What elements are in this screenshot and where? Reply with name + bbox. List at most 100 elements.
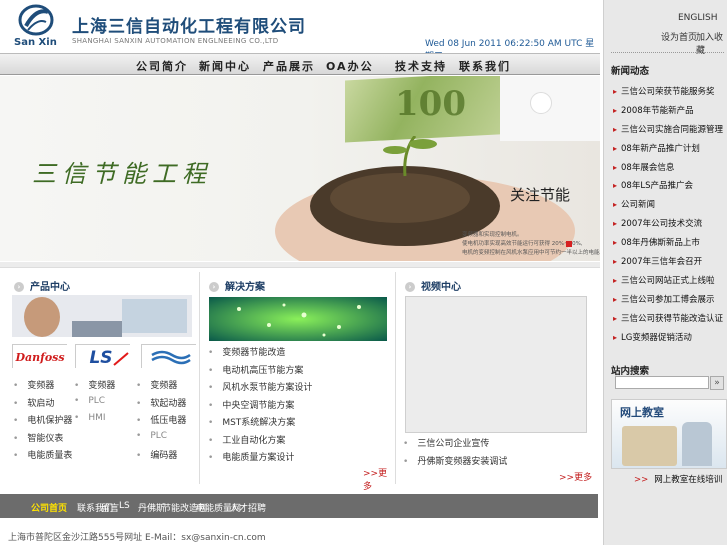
list-item[interactable]: 软启动	[13, 396, 72, 414]
banknote-number: 100	[395, 84, 466, 124]
news-item[interactable]: 三信公司网站正式上线啦	[613, 274, 723, 293]
banner-caption-line: 电机的变频控制在风机水泵应用中可节约一半以上的电能。	[462, 250, 600, 256]
ls-logo-icon: LS	[76, 345, 131, 369]
news-item[interactable]: 08年展会信息	[613, 161, 723, 180]
news-item[interactable]: 三信公司实施合同能源管理	[613, 123, 723, 142]
arrow-right-icon: ›	[405, 282, 415, 292]
danfoss-logo-icon: Danfoss	[13, 345, 68, 369]
list-item[interactable]: 编码器	[136, 448, 186, 466]
nav-item-about[interactable]: 公司简介	[136, 58, 188, 74]
nav-item-contact[interactable]: 联系我们	[459, 58, 511, 74]
arrow-right-icon: ›	[14, 282, 24, 292]
list-item[interactable]: 三信公司企业宣传	[403, 436, 507, 454]
lamp-icon	[530, 92, 552, 114]
video-title[interactable]: › 视频中心	[405, 278, 461, 293]
news-item[interactable]: 08年新产品推广计划	[613, 142, 723, 161]
set-homepage-link[interactable]: 设为首页	[661, 30, 697, 43]
news-item[interactable]: LG变频器促销活动	[613, 331, 723, 350]
sanxin-logo-icon[interactable]	[18, 4, 54, 36]
list-item[interactable]: 变频器	[13, 378, 72, 396]
nav-item-products[interactable]: 产品展示	[263, 58, 315, 74]
list-item[interactable]: 低压电器	[136, 413, 186, 431]
footer-link-danfoss[interactable]: 丹佛斯	[138, 501, 165, 514]
list-item[interactable]: 电能质量方案设计	[208, 450, 312, 468]
nav-item-oa[interactable]: OA办公	[326, 58, 374, 74]
list-item[interactable]: 丹佛斯变频器安装调试	[403, 454, 507, 472]
footer-nav: 公司首页 联系我们 留言 LS 丹佛斯 节能改造网 电能质量网 人才招聘	[0, 494, 598, 518]
solutions-photo	[209, 297, 387, 341]
edu-link-prefix: >>	[634, 475, 649, 485]
news-item[interactable]: 2008年节能新产品	[613, 104, 723, 123]
footer-link-jobs[interactable]: 人才招聘	[230, 501, 266, 514]
hero-banner: 100 三信节能工程 关注节能 变频器和实现控制电机。 使电机功率实现高效节能运…	[0, 76, 600, 261]
video-more-link[interactable]: >>更多	[559, 470, 592, 483]
search-input[interactable]	[615, 376, 709, 389]
products-title-label: 产品中心	[30, 282, 70, 293]
products-title[interactable]: › 产品中心	[14, 278, 70, 293]
video-player[interactable]	[405, 296, 587, 433]
divider	[611, 52, 724, 53]
desk-image	[622, 426, 677, 466]
news-item[interactable]: 08年LS产品推广会	[613, 179, 723, 198]
news-list: 三信公司荣获节能服务奖 2008年节能新产品 三信公司实施合同能源管理 08年新…	[613, 85, 723, 349]
list-item[interactable]: 风机水泵节能方案设计	[208, 380, 312, 398]
person-image	[682, 422, 712, 466]
danfoss-logo[interactable]: Danfoss	[12, 344, 68, 369]
list-item[interactable]: 工业自动化方案	[208, 433, 312, 451]
banner-slogan: 关注节能	[510, 186, 571, 204]
footer-link-home[interactable]: 公司首页	[31, 501, 67, 514]
list-item[interactable]: MST系统解决方案	[208, 415, 312, 433]
video-title-label: 视频中心	[421, 282, 461, 293]
video-section: › 视频中心 三信公司企业宣传 丹佛斯变频器安装调试 >>更多	[397, 272, 597, 484]
list-item[interactable]: 智能仪表	[13, 431, 72, 449]
ls-logo[interactable]: LS	[75, 344, 131, 369]
news-item[interactable]: 2007年公司技术交流	[613, 217, 723, 236]
banner-slide-indicator[interactable]	[566, 241, 572, 247]
footer-link-ls[interactable]: LS	[119, 501, 130, 511]
list-item[interactable]: 变频器节能改造	[208, 345, 312, 363]
products-list-1: 变频器 软启动 电机保护器 智能仪表 电能质量表	[13, 378, 72, 466]
online-classroom-banner[interactable]: 网上教室	[611, 399, 727, 469]
online-classroom-title: 网上教室	[620, 406, 664, 419]
news-item[interactable]: 三信公司荣获节能服务奖	[613, 85, 723, 104]
list-item[interactable]: 电动机高压节能方案	[208, 363, 312, 381]
nav-item-news[interactable]: 新闻中心	[199, 58, 251, 74]
news-item[interactable]: 08年丹佛斯新品上市	[613, 236, 723, 255]
list-item[interactable]: PLC	[136, 431, 186, 449]
solutions-title-label: 解决方案	[225, 282, 265, 293]
ls-wordmark: LS	[89, 348, 112, 368]
solutions-list: 变频器节能改造 电动机高压节能方案 风机水泵节能方案设计 中央空调节能方案 MS…	[208, 345, 312, 468]
list-item[interactable]: 中央空调节能方案	[208, 398, 312, 416]
news-heading: 新闻动态	[611, 66, 650, 77]
danfoss-wordmark: Danfoss	[14, 351, 64, 364]
list-item[interactable]: 变频器	[74, 378, 115, 396]
edu-link-label: 网上教室在线培训	[654, 475, 723, 485]
list-item[interactable]: 电机保护器	[13, 413, 72, 431]
wave-brand-logo[interactable]	[141, 344, 197, 369]
news-item[interactable]: 三信公司获得节能改造认证	[613, 312, 723, 331]
list-item[interactable]: HMI	[74, 413, 115, 431]
list-item[interactable]: 软起动器	[136, 396, 186, 414]
company-name-cn: 上海三信自动化工程有限公司	[72, 17, 306, 37]
products-section: › 产品中心 Danfoss LS 变频器 软启动 电机保护器 智能仪表 电能质量…	[6, 272, 200, 484]
logo-text: San Xin	[14, 37, 57, 48]
list-item[interactable]: PLC	[74, 396, 115, 414]
search-button[interactable]: »	[710, 376, 724, 390]
footer-link-message[interactable]: 留言	[101, 501, 119, 514]
arrow-right-icon: ›	[209, 282, 219, 292]
list-item[interactable]: 电能质量表	[13, 448, 72, 466]
banner-caption-line: 使电机功率实现高效节能运行可获得 20%~50%,	[462, 241, 583, 247]
list-item[interactable]: 变频器	[136, 378, 186, 396]
news-item[interactable]: 公司新闻	[613, 198, 723, 217]
solutions-more-link[interactable]: >>更多	[363, 466, 395, 492]
nav-item-support[interactable]: 技术支持	[395, 58, 447, 74]
online-classroom-link[interactable]: >> 网上教室在线培训	[634, 473, 722, 485]
news-item[interactable]: 三信公司参加工博会展示	[613, 293, 723, 312]
main-content: San Xin 上海三信自动化工程有限公司 SHANGHAI SANXIN AU…	[0, 0, 600, 545]
english-link[interactable]: ENGLISH	[678, 13, 718, 23]
video-list: 三信公司企业宣传 丹佛斯变频器安装调试	[403, 436, 507, 471]
news-item[interactable]: 2007年三信年会召开	[613, 255, 723, 274]
solutions-title[interactable]: › 解决方案	[209, 278, 265, 293]
solutions-section: › 解决方案 变频器节能改造 电动机高压节能方案 风机水泵节能方案设计 中央空调节…	[201, 272, 396, 492]
search-heading: 站内搜索	[611, 366, 650, 377]
